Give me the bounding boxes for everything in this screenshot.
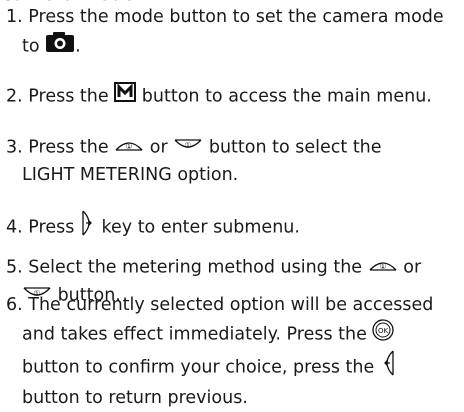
step-number: 3. xyxy=(6,137,23,158)
step-text: Press the xyxy=(28,137,109,158)
down-button-icon: ① xyxy=(173,134,203,161)
step-text: Press xyxy=(28,217,75,238)
step-number: 2. xyxy=(6,86,23,107)
step-text: Press the xyxy=(28,86,109,107)
camera-icon xyxy=(45,31,75,62)
svg-text:①: ① xyxy=(126,142,133,151)
step-text: to xyxy=(22,36,40,57)
enter-key-icon xyxy=(80,210,96,245)
svg-text:OK: OK xyxy=(378,327,389,335)
back-button-icon xyxy=(380,350,396,385)
ok-button-icon: OK xyxy=(372,319,395,350)
up-button-icon: ① xyxy=(368,254,398,281)
step-number: 5. xyxy=(6,257,23,278)
step-text: or xyxy=(403,257,422,278)
menu-m-icon xyxy=(114,82,137,111)
step-text: Select the metering method using the xyxy=(28,257,363,278)
svg-text:①: ① xyxy=(185,141,192,150)
step-text: and takes effect immediately. Press the xyxy=(22,324,367,345)
step-text: button to return previous. xyxy=(22,388,248,408)
step-number: 1. xyxy=(6,7,23,27)
step-1: 1. Press the mode button to set the came… xyxy=(6,4,458,62)
step-text: or xyxy=(149,137,168,158)
step-4: 4. Press key to enter submenu. xyxy=(6,210,458,245)
step-2: 2. Press the button to access the main m… xyxy=(6,82,458,111)
step-text: button to access the main menu. xyxy=(141,86,432,107)
step-text: . xyxy=(75,36,81,57)
step-6-content: 6. The currently selected option will be… xyxy=(6,292,458,412)
instruction-page: { "header_partial": "Camera Mode", "step… xyxy=(0,0,464,408)
step-number: 6. xyxy=(6,295,23,315)
step-text: LIGHT METERING option. xyxy=(22,164,239,185)
step-number: 4. xyxy=(6,217,23,238)
step-text: button to select the xyxy=(208,137,382,158)
step-3: 3. Press the ① or ① button to select the… xyxy=(6,134,458,189)
svg-text:①: ① xyxy=(379,262,386,271)
step-text: key to enter submenu. xyxy=(101,217,300,238)
step-text: Press the mode button to set the camera … xyxy=(28,7,444,27)
up-button-icon: ① xyxy=(114,134,144,161)
step-text: The currently selected option will be ac… xyxy=(28,295,434,315)
